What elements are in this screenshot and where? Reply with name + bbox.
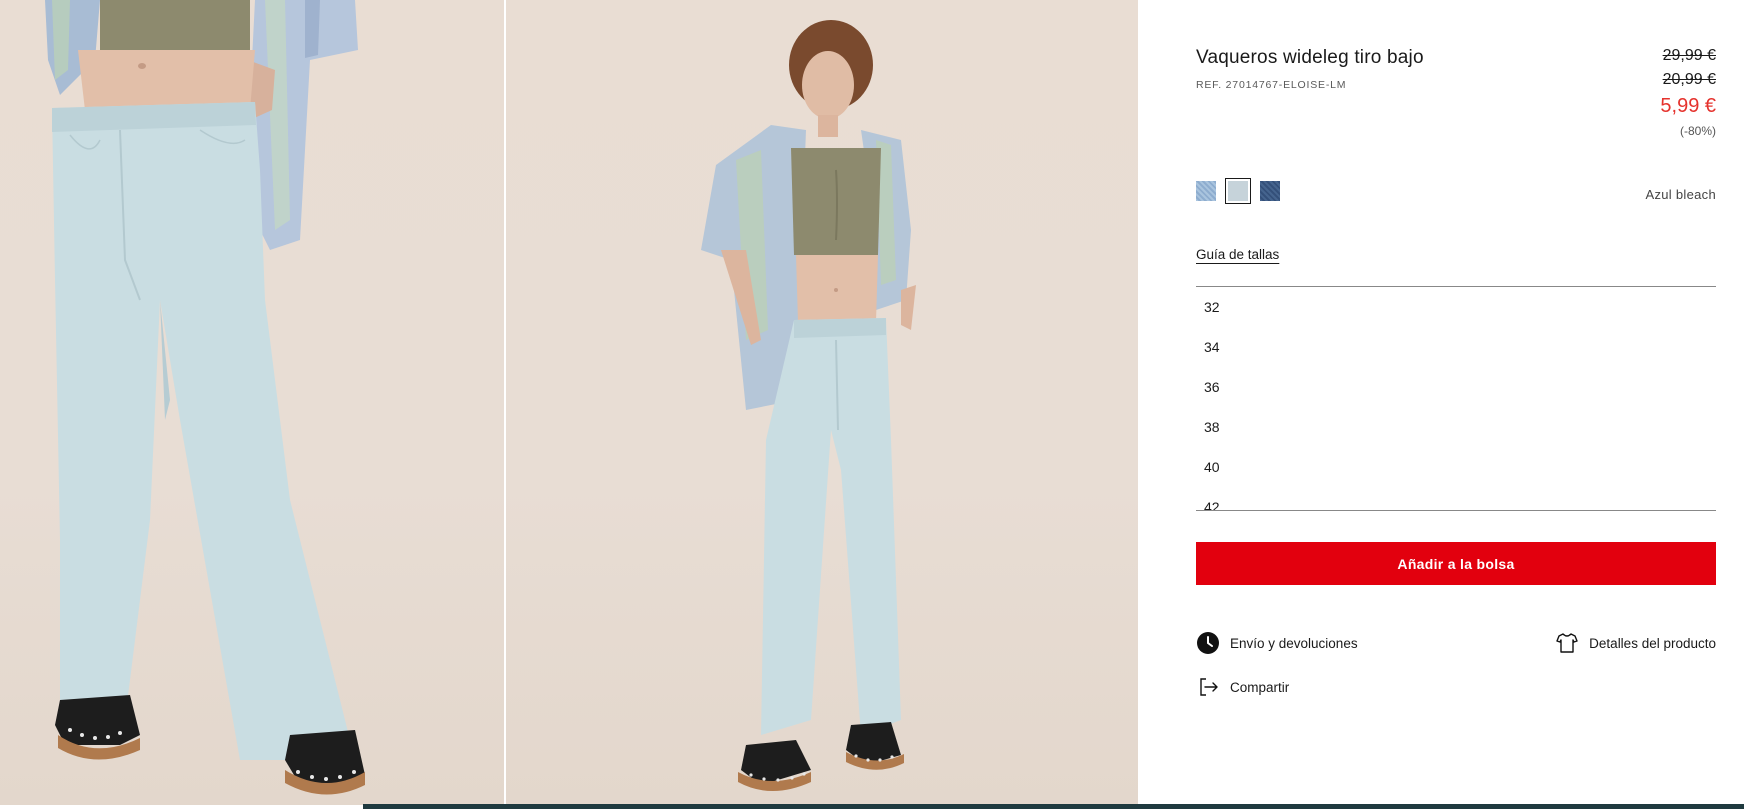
clock-icon	[1196, 631, 1220, 655]
color-swatch-azul-bleach[interactable]	[1225, 178, 1251, 204]
product-details-label: Detalles del producto	[1589, 635, 1716, 651]
model-full-body-illustration	[701, 20, 916, 791]
share-link[interactable]: Compartir	[1196, 675, 1289, 699]
size-list[interactable]: 32 34 36 38 40 42	[1196, 286, 1716, 511]
shipping-returns-label: Envío y devoluciones	[1230, 635, 1358, 651]
jeans-closeup-illustration	[45, 0, 365, 795]
selected-color-name: Azul bleach	[1645, 187, 1716, 202]
share-exit-icon	[1196, 675, 1220, 699]
color-swatch-light-wash[interactable]	[1196, 181, 1216, 201]
product-photo-closeup[interactable]	[0, 0, 504, 805]
size-option[interactable]: 42	[1196, 487, 1716, 510]
price-current: 5,99 €	[1660, 95, 1716, 117]
price-previous: 20,99 €	[1662, 71, 1716, 88]
share-label: Compartir	[1230, 679, 1290, 695]
shipping-returns-link[interactable]: Envío y devoluciones	[1196, 631, 1358, 655]
size-option[interactable]: 36	[1196, 367, 1716, 407]
color-swatch-dark-blue[interactable]	[1260, 181, 1280, 201]
product-photo-model[interactable]	[506, 0, 1138, 805]
size-option[interactable]: 34	[1196, 327, 1716, 367]
product-gallery	[0, 0, 1744, 809]
price-original: 29,99 €	[1662, 47, 1716, 64]
color-swatches	[1196, 178, 1280, 204]
product-info-panel: Vaqueros wideleg tiro bajo REF. 27014767…	[1196, 0, 1716, 809]
discount-badge: (-80%)	[1679, 124, 1716, 138]
price-block: 29,99 € 20,99 € 5,99 € (-80%)	[1660, 44, 1716, 141]
tshirt-icon	[1555, 631, 1579, 655]
product-title: Vaqueros wideleg tiro bajo	[1196, 47, 1424, 68]
size-option[interactable]: 40	[1196, 447, 1716, 487]
bottom-bar-gap	[0, 805, 363, 809]
product-reference: REF. 27014767-ELOISE-LM	[1196, 79, 1347, 91]
size-option[interactable]: 32	[1196, 287, 1716, 327]
size-option[interactable]: 38	[1196, 407, 1716, 447]
product-details-link[interactable]: Detalles del producto	[1555, 631, 1716, 655]
size-guide-link[interactable]: Guía de tallas	[1196, 247, 1279, 262]
add-to-bag-button[interactable]: Añadir a la bolsa	[1196, 542, 1716, 585]
